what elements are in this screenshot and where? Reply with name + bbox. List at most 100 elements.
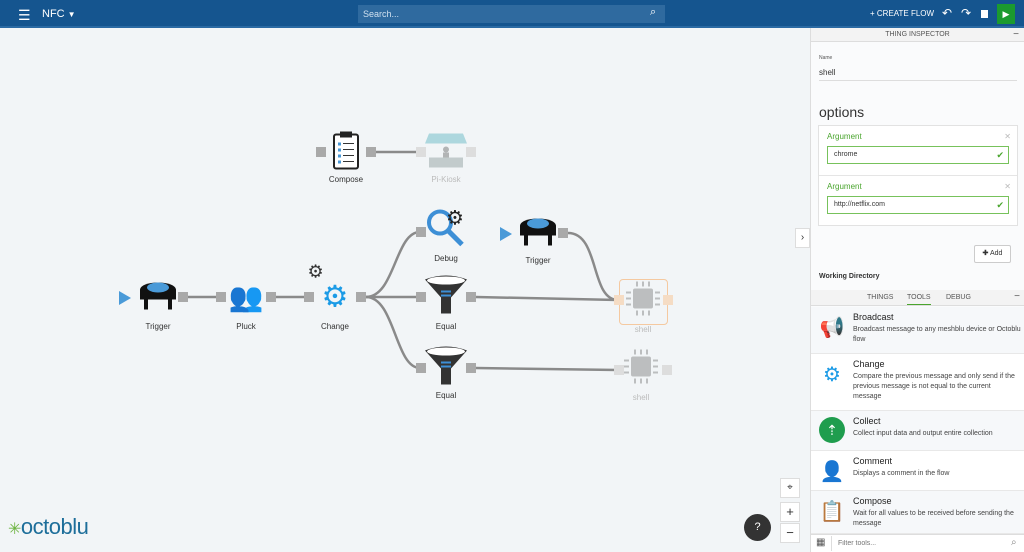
trigger-play-icon[interactable]: [500, 227, 512, 241]
node-label: Change: [320, 322, 350, 331]
kiosk-icon[interactable]: [425, 132, 467, 173]
menu-icon[interactable]: ☰: [18, 7, 31, 24]
input-port[interactable]: [304, 292, 314, 302]
remove-icon[interactable]: ✕: [1004, 182, 1011, 191]
undo-icon[interactable]: ↶: [942, 6, 952, 20]
center-view-button[interactable]: ⌖: [780, 478, 800, 498]
node-label: shell: [634, 325, 652, 334]
debug-magnifier-icon[interactable]: ⚙: [424, 205, 468, 252]
node-label: Pluck: [236, 322, 256, 331]
argument-item: Argument ✕ chrome ✔: [819, 126, 1017, 176]
node-label: shell: [632, 393, 650, 402]
comment-icon: 👤: [819, 461, 845, 483]
tool-description: Broadcast message to any meshblu device …: [853, 326, 1021, 343]
tool-name: Change: [853, 359, 885, 369]
argument-input[interactable]: http://netflix.com ✔: [827, 196, 1009, 214]
argument-item: Argument ✕ http://netflix.com ✔: [819, 176, 1017, 222]
zoom-in-button[interactable]: +: [780, 502, 800, 522]
compose-clipboard-icon[interactable]: [332, 131, 360, 174]
node-label: Equal: [435, 322, 457, 331]
run-button[interactable]: ▶: [997, 4, 1015, 24]
input-port[interactable]: [614, 295, 624, 305]
output-port[interactable]: [356, 292, 366, 302]
flow-title-dropdown[interactable]: NFC ▼: [42, 8, 76, 20]
collapse-icon[interactable]: −: [1014, 291, 1020, 302]
output-port[interactable]: [466, 363, 476, 373]
wire: [475, 366, 619, 372]
octoblu-logo: ✳octoblu: [8, 514, 89, 539]
flow-title: NFC: [42, 8, 65, 20]
redo-icon[interactable]: ↷: [961, 6, 971, 20]
arguments-list: Argument ✕ chrome ✔ Argument ✕ http://netflix…: [818, 125, 1018, 226]
node-label: Pi-Kiosk: [431, 175, 461, 184]
name-label: Name: [819, 55, 833, 61]
wire: [475, 295, 619, 302]
node-label: Equal: [435, 391, 457, 400]
output-port[interactable]: [662, 365, 672, 375]
output-port[interactable]: [266, 292, 276, 302]
output-port[interactable]: [466, 292, 476, 302]
tool-name: Collect: [853, 416, 881, 426]
output-port[interactable]: [558, 228, 568, 238]
node-label: Debug: [434, 254, 458, 263]
grid-view-icon[interactable]: ▦: [816, 537, 825, 548]
tool-item-comment[interactable]: 👤 Comment Displays a comment in the flow: [811, 451, 1024, 491]
search-input[interactable]: [358, 5, 665, 23]
tool-name: Comment: [853, 456, 893, 466]
tools-tabs: THINGS TOOLS DEBUG −: [811, 290, 1024, 306]
chip-icon[interactable]: [623, 349, 659, 388]
stop-icon[interactable]: [981, 10, 988, 18]
tool-description: Displays a comment in the flow: [853, 470, 950, 477]
tool-description: Wait for all values to be received befor…: [853, 510, 1014, 527]
clipboard-icon: 📋: [819, 501, 845, 523]
node-label: Trigger: [145, 322, 171, 331]
zoom-out-button[interactable]: −: [780, 523, 800, 543]
remove-icon[interactable]: ✕: [1004, 132, 1011, 141]
name-field[interactable]: shell: [819, 68, 1017, 81]
filter-tools-input[interactable]: [831, 536, 1001, 551]
trigger-node[interactable]: [138, 280, 178, 315]
caret-down-icon: ▼: [67, 10, 76, 19]
equal-funnel-icon[interactable]: [423, 275, 469, 319]
chip-icon[interactable]: [625, 281, 661, 320]
add-argument-button[interactable]: ✚ Add: [974, 245, 1011, 263]
tool-item-collect[interactable]: ⇡ Collect Collect input data and output en…: [811, 411, 1024, 451]
node-label: Compose: [328, 175, 364, 184]
argument-input[interactable]: chrome ✔: [827, 146, 1009, 164]
trigger-node[interactable]: [518, 216, 558, 251]
create-flow-button[interactable]: + CREATE FLOW: [870, 9, 934, 18]
change-gears-icon[interactable]: ⚙ ⚙: [308, 262, 349, 315]
tool-item-broadcast[interactable]: 📢 Broadcast Broadcast message to any meshb…: [811, 307, 1024, 354]
pluck-icon[interactable]: 👥: [229, 281, 264, 314]
expand-panel-button[interactable]: ›: [795, 228, 810, 248]
wire: [365, 295, 421, 370]
wire: [567, 231, 619, 302]
check-icon: ✔: [996, 200, 1004, 210]
inspector-header: THING INSPECTOR −: [811, 28, 1024, 42]
working-directory-label: Working Directory: [819, 273, 880, 280]
search-icon[interactable]: ⌕: [1011, 537, 1017, 548]
tool-name: Compose: [853, 496, 892, 506]
button-icon: [520, 218, 556, 246]
svg-text:⚙: ⚙: [446, 208, 464, 230]
right-panel: THING INSPECTOR − Name shell options Argu…: [810, 28, 1024, 552]
search-icon[interactable]: ⌕: [650, 6, 656, 19]
flow-canvas[interactable]: Trigger 👥 Pluck ⚙ ⚙ Change Compose Pi-Kio…: [0, 30, 810, 552]
output-port[interactable]: [663, 295, 673, 305]
input-port[interactable]: [316, 147, 326, 157]
chat-help-button[interactable]: ?: [744, 514, 771, 541]
input-port[interactable]: [216, 292, 226, 302]
tab-debug[interactable]: DEBUG: [946, 294, 971, 301]
tab-things[interactable]: THINGS: [867, 294, 893, 301]
tab-tools[interactable]: TOOLS: [907, 294, 931, 305]
equal-funnel-icon[interactable]: [423, 346, 469, 390]
output-port[interactable]: [466, 147, 476, 157]
output-port[interactable]: [178, 292, 188, 302]
output-port[interactable]: [366, 147, 376, 157]
button-icon: [140, 282, 176, 310]
collapse-icon[interactable]: −: [1013, 28, 1019, 42]
tool-item-compose[interactable]: 📋 Compose Wait for all values to be receiv…: [811, 491, 1024, 534]
tool-item-change[interactable]: ⚙ Change Compare the previous message and …: [811, 354, 1024, 411]
trigger-play-icon[interactable]: [119, 291, 131, 305]
argument-label: Argument: [827, 182, 862, 191]
